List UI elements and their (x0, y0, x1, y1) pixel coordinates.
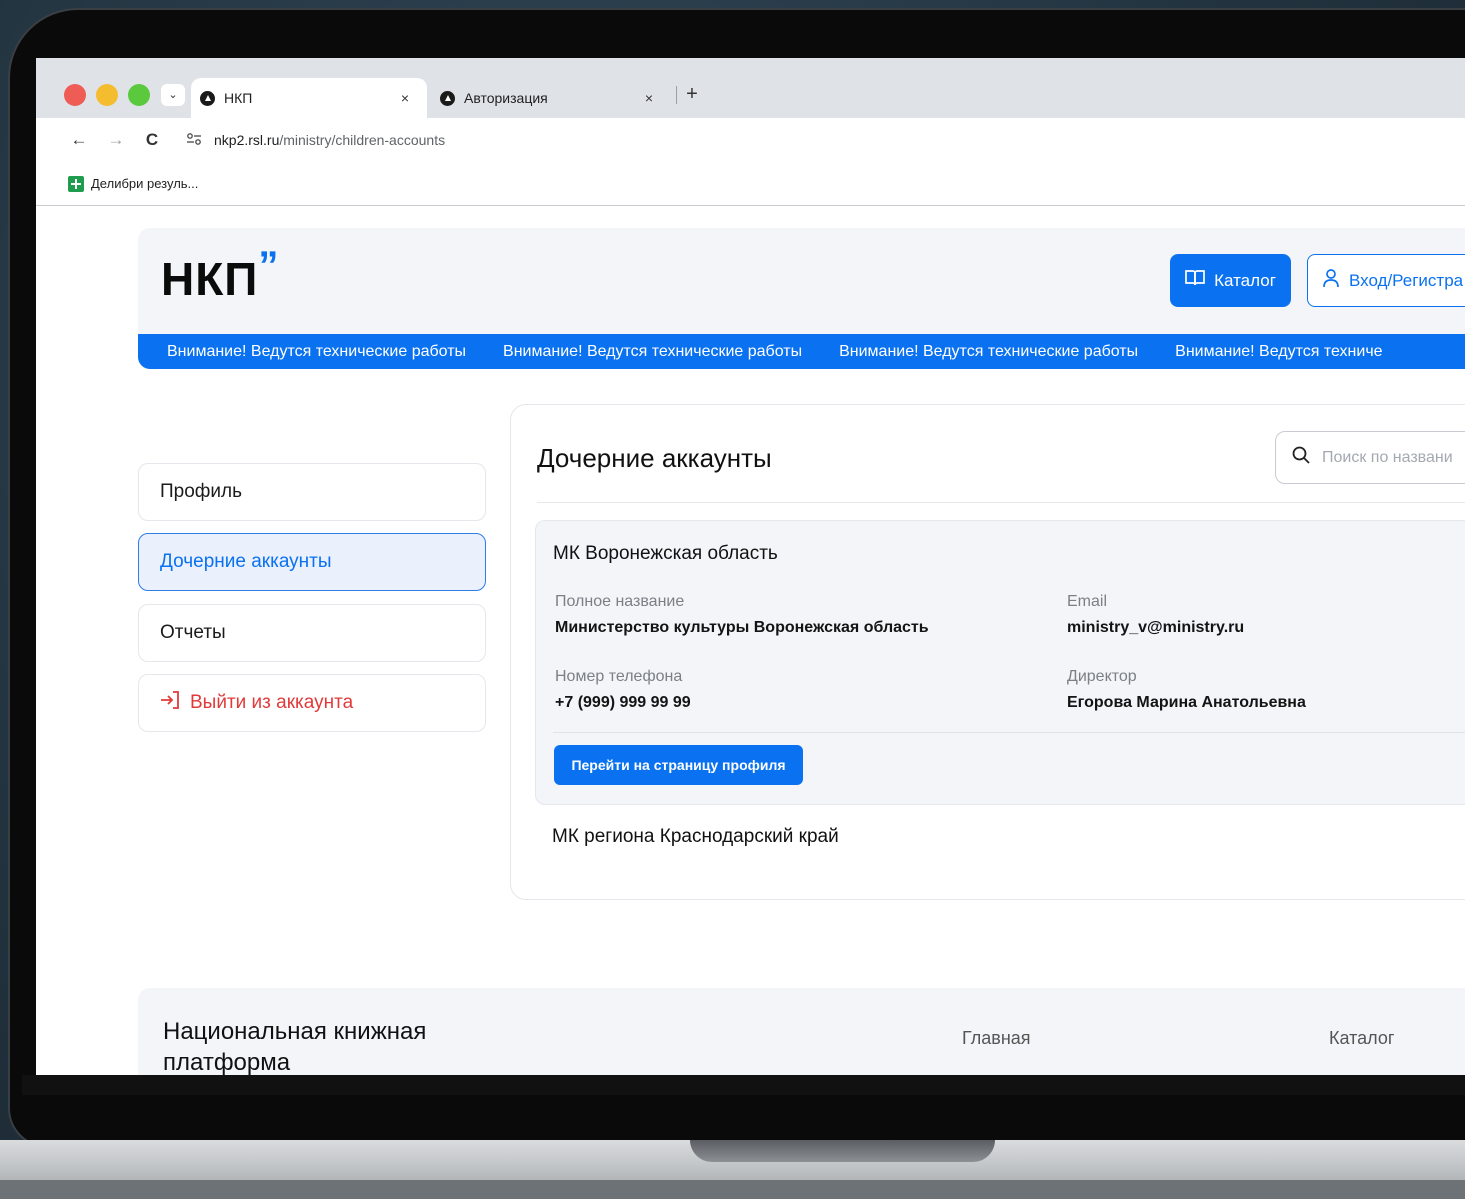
logout-icon (160, 690, 180, 716)
laptop-base-edge (0, 1180, 1465, 1199)
tab-close-button[interactable]: × (393, 90, 417, 106)
login-button[interactable]: Вход/Регистра (1307, 254, 1465, 307)
account-name: МК Воронежская область (553, 543, 778, 564)
search-input[interactable] (1322, 448, 1465, 467)
minimize-window-button[interactable] (96, 84, 118, 106)
maintenance-ticker: Внимание! Ведутся технические работы Вни… (138, 334, 1465, 369)
tab-nkp[interactable]: НКП × (191, 78, 427, 118)
phone-label: Номер телефона (555, 668, 683, 685)
sidebar-item-logout[interactable]: Выйти из аккаунта (138, 674, 486, 732)
footer-link-home[interactable]: Главная (962, 1028, 1031, 1049)
sidebar-item-label: Профиль (160, 481, 243, 502)
bookmarks-bar: Делибри резуль... (36, 162, 1465, 206)
footer-title: Национальная книжная платформа (163, 1018, 427, 1075)
tab-title: Авторизация (464, 90, 548, 106)
sidebar-item-child-accounts[interactable]: Дочерние аккаунты (138, 533, 486, 591)
sidebar-item-profile[interactable]: Профиль (138, 463, 486, 521)
footer-link-catalog[interactable]: Каталог (1329, 1028, 1394, 1049)
logo-quote-mark: ” (258, 244, 280, 288)
url-path: /ministry/children-accounts (279, 132, 446, 148)
ticker-item: Внимание! Ведутся техниче (1175, 342, 1383, 360)
email-label: Email (1067, 593, 1108, 610)
address-toolbar: ← → C nkp2.rsl.ru/ministry/children-acco… (36, 118, 1465, 162)
sidebar-item-label: Дочерние аккаунты (160, 551, 332, 572)
login-button-label: Вход/Регистра (1349, 270, 1464, 290)
laptop-notch (690, 1140, 995, 1162)
catalog-button-label: Каталог (1214, 270, 1276, 290)
close-window-button[interactable] (64, 84, 86, 106)
director-label: Директор (1067, 668, 1137, 685)
search-icon (1292, 446, 1310, 469)
site-logo[interactable]: НКП” (161, 244, 279, 306)
site-header: НКП” Каталог Вход/Регистра (138, 228, 1465, 334)
back-button[interactable]: ← (67, 128, 91, 152)
user-icon (1322, 268, 1340, 293)
logo-text: НКП (161, 253, 259, 305)
ticker-item: Внимание! Ведутся технические работы (167, 342, 467, 360)
site-settings-icon[interactable] (186, 132, 202, 149)
address-bar[interactable]: nkp2.rsl.ru/ministry/children-accounts (186, 128, 445, 152)
site-footer: Национальная книжная платформа Главная К… (138, 988, 1465, 1075)
bookmark-item[interactable]: Делибри резуль... (91, 176, 198, 191)
catalog-button[interactable]: Каталог (1170, 254, 1291, 307)
sidebar-item-reports[interactable]: Отчеты (138, 604, 486, 662)
ticker-item: Внимание! Ведутся технические работы (839, 342, 1139, 360)
tab-close-button[interactable]: × (637, 90, 661, 106)
reload-button[interactable]: C (140, 128, 164, 152)
search-box[interactable] (1275, 431, 1465, 484)
forward-button[interactable]: → (104, 128, 128, 152)
browser-chrome: ⌄ НКП × Авторизация × + ← → C nkp2.rsl.r… (36, 58, 1465, 206)
book-icon (1185, 269, 1205, 292)
director-value: Егорова Марина Анатольевна (1067, 694, 1306, 711)
full-name-value: Министерство культуры Воронежская област… (555, 619, 929, 636)
page: НКП” Каталог Вход/Регистра Внимание! Вед… (36, 206, 1465, 1075)
sidebar-item-label: Выйти из аккаунта (190, 692, 354, 713)
tab-separator (676, 86, 677, 104)
favicon-icon (440, 90, 455, 106)
tab-authorization[interactable]: Авторизация × (431, 78, 671, 118)
divider (553, 732, 1465, 733)
screen: ⌄ НКП × Авторизация × + ← → C nkp2.rsl.r… (36, 58, 1465, 1075)
ticker-item: Внимание! Ведутся технические работы (503, 342, 803, 360)
laptop-bezel-bottom (22, 1075, 1465, 1095)
sidebar-item-label: Отчеты (160, 622, 226, 643)
email-value: ministry_v@ministry.ru (1067, 619, 1245, 636)
spreadsheet-icon (68, 175, 84, 192)
divider (537, 502, 1465, 503)
page-title: Дочерние аккаунты (537, 443, 772, 473)
account-card-voronezh: МК Воронежская область Полное название М… (535, 520, 1465, 805)
tab-title: НКП (224, 90, 253, 106)
new-tab-button[interactable]: + (681, 80, 703, 108)
tab-bar: ⌄ НКП × Авторизация × + (36, 58, 1465, 118)
phone-value: +7 (999) 999 99 99 (555, 694, 691, 711)
tab-search-button[interactable]: ⌄ (161, 84, 185, 106)
full-name-label: Полное название (555, 593, 685, 610)
url-host: nkp2.rsl.ru (214, 132, 280, 148)
maximize-window-button[interactable] (128, 84, 150, 106)
open-profile-button[interactable]: Перейти на страницу профиля (554, 745, 803, 785)
account-name-krasnodar[interactable]: МК региона Краснодарский край (552, 826, 839, 848)
favicon-icon (200, 90, 215, 106)
child-accounts-panel: Дочерние аккаунты МК Воронежская область… (510, 404, 1465, 900)
